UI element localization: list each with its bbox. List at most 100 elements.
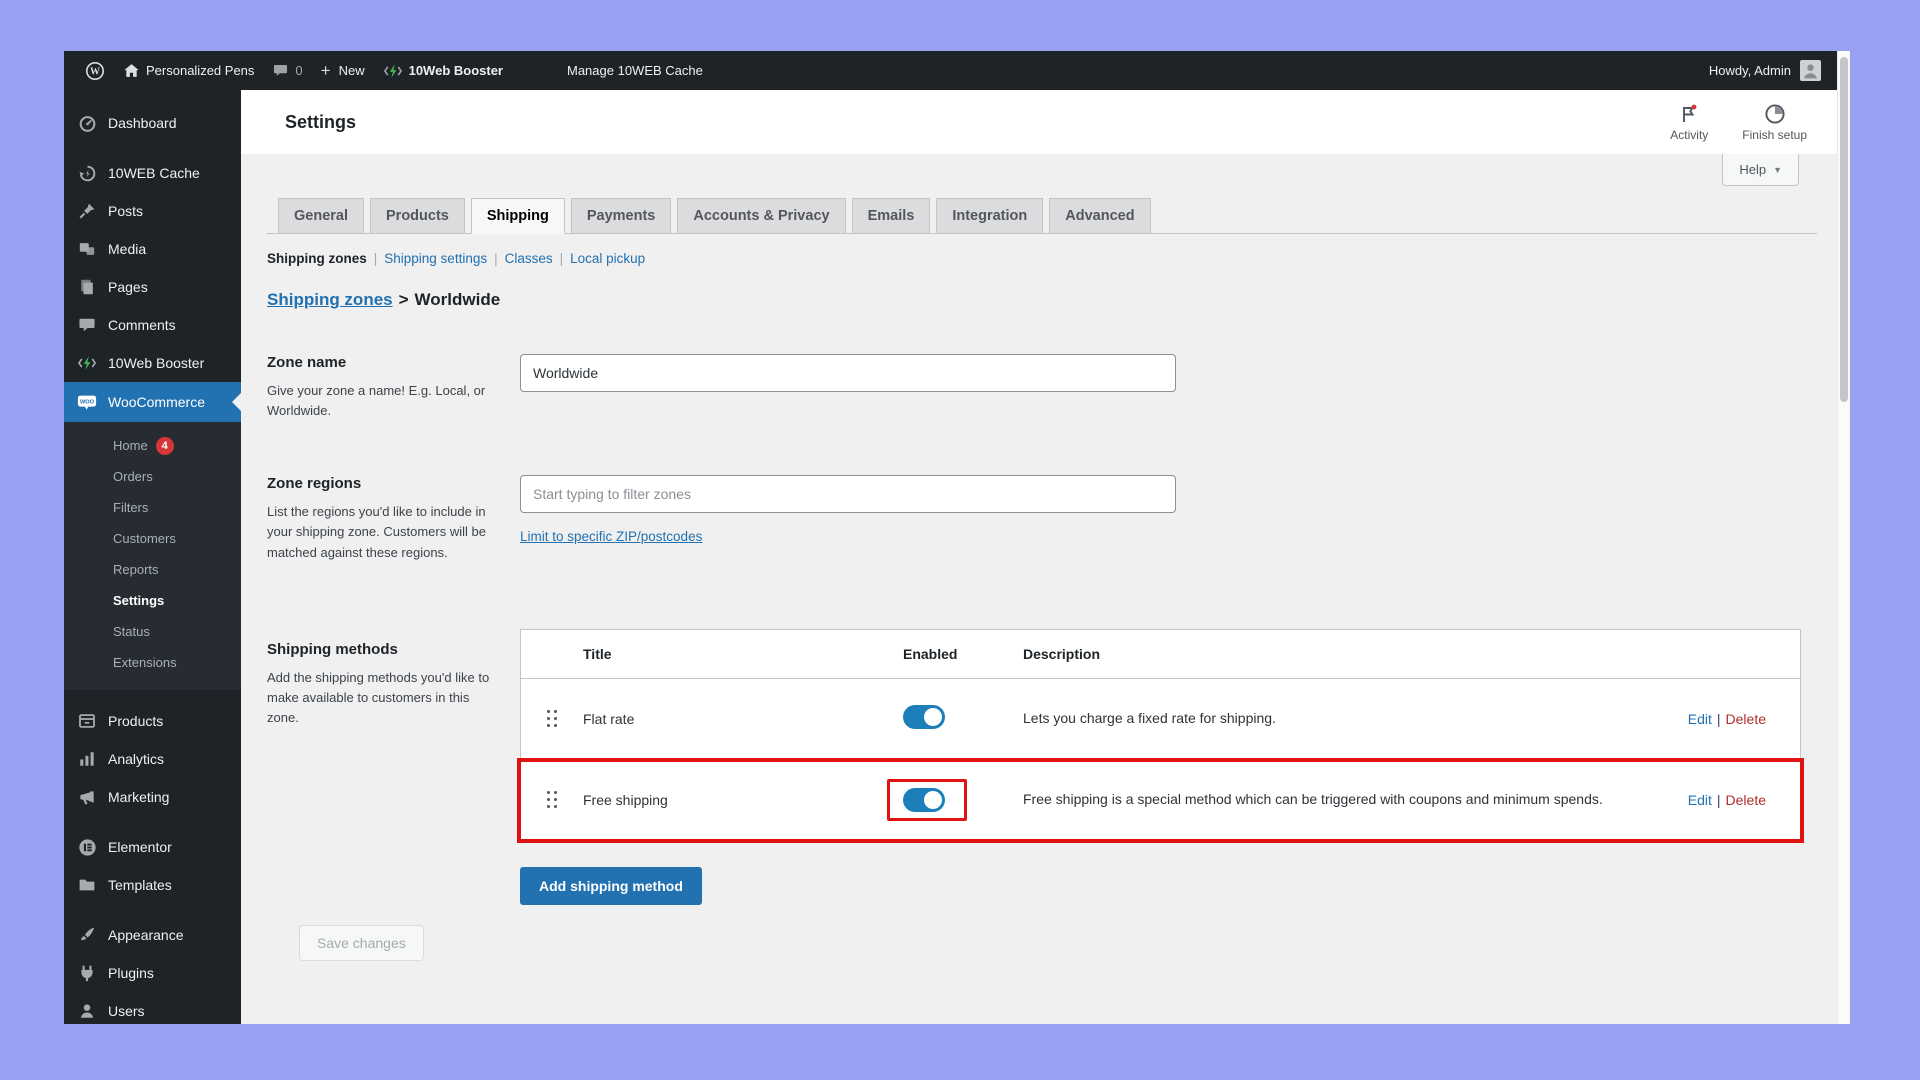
tab-payments[interactable]: Payments (570, 198, 672, 234)
delete-link[interactable]: Delete (1726, 711, 1766, 727)
edit-link[interactable]: Edit (1688, 711, 1712, 727)
edit-link[interactable]: Edit (1688, 792, 1712, 808)
sidebar-item-posts[interactable]: Posts (64, 192, 241, 230)
sidebar-item-dashboard[interactable]: Dashboard (64, 104, 241, 142)
tab-shipping[interactable]: Shipping (470, 198, 565, 234)
submenu-item-settings[interactable]: Settings (64, 585, 241, 616)
column-header-title: Title (583, 645, 612, 662)
new-content-menu[interactable]: + New (312, 51, 374, 90)
sidebar-item-appearance[interactable]: Appearance (64, 916, 241, 954)
tab-accounts-privacy[interactable]: Accounts & Privacy (677, 198, 846, 234)
submenu-item-reports[interactable]: Reports (64, 554, 241, 585)
breadcrumb-shipping-zones-link[interactable]: Shipping zones (267, 290, 393, 309)
submenu-item-label: Home (113, 438, 148, 453)
breadcrumb-current: Worldwide (414, 290, 501, 309)
zone-name-input[interactable] (520, 354, 1176, 392)
submenu-item-extensions[interactable]: Extensions (64, 647, 241, 678)
sidebar-item-users[interactable]: Users (64, 992, 241, 1024)
zone-regions-heading: Zone regions (267, 475, 362, 493)
sidebar-item-elementor[interactable]: Elementor (64, 828, 241, 866)
submenu-item-home[interactable]: Home 4 (64, 430, 241, 461)
comments-count: 0 (295, 63, 303, 78)
admin-sidebar: Dashboard 10WEB Cache Posts Media Pages … (64, 90, 241, 1024)
shipping-methods-section: Shipping methods Add the shipping method… (267, 628, 1804, 905)
comments-counter[interactable]: 0 (263, 51, 311, 90)
shipping-subnav: Shipping zones | Shipping settings | Cla… (267, 251, 1811, 266)
submenu-item-label: Settings (113, 593, 165, 608)
booster-bolt-icon (77, 353, 97, 373)
submenu-item-customers[interactable]: Customers (64, 523, 241, 554)
scrollbar-track[interactable] (1837, 51, 1850, 1024)
submenu-item-orders[interactable]: Orders (64, 461, 241, 492)
submenu-item-label: Orders (113, 469, 153, 484)
drag-handle-icon[interactable] (546, 709, 558, 728)
finish-setup-button[interactable]: Finish setup (1742, 103, 1807, 142)
sidebar-item-pages[interactable]: Pages (64, 268, 241, 306)
tab-integration[interactable]: Integration (936, 198, 1044, 234)
sidebar-item-woocommerce[interactable]: WOO WooCommerce (64, 382, 241, 422)
sidebar-item-media[interactable]: Media (64, 230, 241, 268)
sidebar-item-10web-booster[interactable]: 10Web Booster (64, 344, 241, 382)
breadcrumb: Shipping zones > Worldwide (267, 290, 1811, 310)
sidebar-item-label: Products (108, 713, 164, 729)
manage-cache-menu[interactable]: Manage 10WEB Cache (558, 51, 712, 90)
table-header-row: Title Enabled Description (521, 630, 1800, 679)
sidebar-item-label: Analytics (108, 751, 165, 767)
user-icon (77, 1001, 97, 1021)
submenu-item-label: Filters (113, 500, 149, 515)
sidebar-item-label: Appearance (108, 927, 184, 943)
submenu-item-label: Reports (113, 562, 159, 577)
account-menu[interactable]: Howdy, Admin (1709, 60, 1821, 81)
sidebar-item-label: 10WEB Cache (108, 165, 200, 181)
folder-icon (77, 875, 97, 895)
help-dropdown[interactable]: Help ▼ (1722, 154, 1799, 186)
dashboard-icon (77, 113, 97, 133)
submenu-item-filters[interactable]: Filters (64, 492, 241, 523)
booster-label: 10Web Booster (408, 63, 503, 78)
limit-zip-postcodes-link[interactable]: Limit to specific ZIP/postcodes (520, 529, 702, 544)
sidebar-item-label: Marketing (108, 789, 170, 805)
tab-emails[interactable]: Emails (851, 198, 931, 234)
zone-name-section: Zone name Give your zone a name! E.g. Lo… (267, 354, 1801, 421)
drag-handle-icon[interactable] (546, 790, 558, 809)
submenu-item-status[interactable]: Status (64, 616, 241, 647)
zone-regions-description: List the regions you'd like to include i… (267, 504, 486, 560)
sidebar-item-templates[interactable]: Templates (64, 866, 241, 904)
wordpress-logo-menu[interactable]: W (76, 51, 114, 90)
sidebar-item-marketing[interactable]: Marketing (64, 778, 241, 816)
svg-text:WOO: WOO (80, 399, 95, 405)
booster-menu[interactable]: 10Web Booster (374, 51, 512, 90)
save-changes-button[interactable]: Save changes (299, 924, 424, 961)
sidebar-item-10web-cache[interactable]: 10WEB Cache (64, 154, 241, 192)
tab-general[interactable]: General (278, 198, 364, 234)
products-icon (77, 711, 97, 731)
free-shipping-enabled-toggle[interactable] (903, 787, 945, 812)
new-label: New (338, 63, 365, 78)
scrollbar-thumb[interactable] (1840, 57, 1848, 402)
subnav-local-pickup[interactable]: Local pickup (570, 251, 645, 266)
activity-button[interactable]: Activity (1670, 103, 1708, 142)
zone-regions-input[interactable] (520, 475, 1176, 514)
tab-advanced[interactable]: Advanced (1049, 198, 1151, 234)
subnav-shipping-zones[interactable]: Shipping zones (267, 251, 367, 266)
comments-icon (77, 315, 97, 335)
sidebar-item-comments[interactable]: Comments (64, 306, 241, 344)
bar-chart-icon (77, 749, 97, 769)
subnav-shipping-settings[interactable]: Shipping settings (384, 251, 487, 266)
tab-products[interactable]: Products (370, 198, 465, 234)
sidebar-item-label: Media (108, 241, 147, 257)
method-title: Free shipping (583, 791, 668, 808)
sidebar-item-products[interactable]: Products (64, 702, 241, 740)
sidebar-item-label: WooCommerce (108, 394, 205, 410)
add-shipping-method-button[interactable]: Add shipping method (520, 866, 702, 905)
finish-setup-label: Finish setup (1742, 127, 1807, 142)
subnav-classes[interactable]: Classes (505, 251, 553, 266)
site-name-link[interactable]: Personalized Pens (114, 51, 263, 90)
sidebar-item-label: Pages (108, 279, 148, 295)
sidebar-item-label: Posts (108, 203, 144, 219)
sidebar-item-plugins[interactable]: Plugins (64, 954, 241, 992)
flat-rate-enabled-toggle[interactable] (903, 705, 945, 730)
sidebar-item-analytics[interactable]: Analytics (64, 740, 241, 778)
delete-link[interactable]: Delete (1726, 792, 1766, 808)
sidebar-item-label: Users (108, 1003, 145, 1019)
